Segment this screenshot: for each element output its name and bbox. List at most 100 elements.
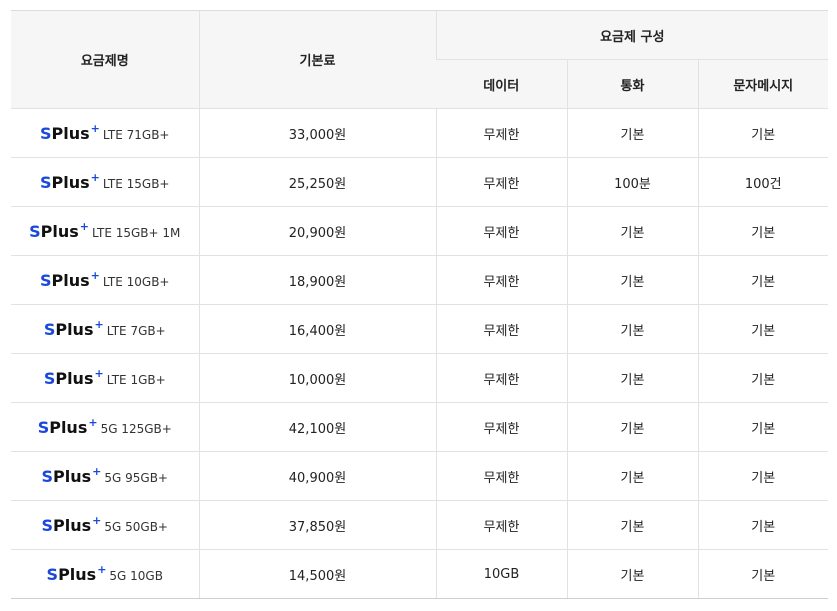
brand-s: S xyxy=(37,417,50,437)
sms-cell: 기본 xyxy=(697,108,828,158)
brand-plus-mark: + xyxy=(79,219,89,233)
data-cell: 무제한 xyxy=(435,402,567,452)
sms-cell: 기본 xyxy=(697,549,828,599)
data-cell: 무제한 xyxy=(435,108,567,158)
plan-name-cell: SPlus+ 5G 50GB+ xyxy=(11,500,199,550)
voice-cell: 기본 xyxy=(566,206,698,256)
brand-s: S xyxy=(40,123,52,143)
data-cell: 무제한 xyxy=(435,500,567,550)
header-row-top: 요금제명 기본료 요금제 구성 xyxy=(11,10,828,109)
plan-name: SPlus+ 5G 125GB+ xyxy=(38,416,172,437)
table-row: SPlus+ LTE 71GB+ 33,000원 무제한 기본 기본 xyxy=(11,108,828,158)
brand-plus: Plus xyxy=(51,172,90,192)
plan-name-cell: SPlus+ LTE 10GB+ xyxy=(11,255,199,305)
brand-plus-mark: + xyxy=(92,513,102,527)
brand-s: S xyxy=(40,270,52,290)
plan-spec: 5G 95GB+ xyxy=(104,470,168,485)
base-fee-cell: 37,850원 xyxy=(198,500,436,550)
brand-s: S xyxy=(43,319,56,339)
brand-plus-mark: + xyxy=(92,464,102,478)
plan-name-cell: SPlus+ LTE 1GB+ xyxy=(11,353,199,403)
plan-name-cell: SPlus+ 5G 10GB xyxy=(11,549,199,599)
voice-cell: 기본 xyxy=(566,255,698,305)
brand-plus: Plus xyxy=(40,221,79,241)
brand-plus-mark: + xyxy=(88,415,98,429)
sms-cell: 기본 xyxy=(697,451,828,501)
plan-name: SPlus+ 5G 50GB+ xyxy=(42,514,168,535)
base-fee-cell: 10,000원 xyxy=(198,353,436,403)
table-row: SPlus+ LTE 7GB+ 16,400원 무제한 기본 기본 xyxy=(11,304,828,354)
header-data: 데이터 xyxy=(436,59,567,109)
voice-cell: 100분 xyxy=(566,157,698,207)
sms-cell: 기본 xyxy=(697,500,828,550)
sms-cell: 기본 xyxy=(697,304,828,354)
voice-cell: 기본 xyxy=(566,304,698,354)
voice-cell: 기본 xyxy=(566,549,698,599)
plan-table: 요금제명 기본료 요금제 구성 데이터 통화 문자메시지 SPlus+ LTE 7… xyxy=(11,10,828,599)
base-fee-cell: 18,900원 xyxy=(198,255,436,305)
plan-name: SPlus+ 5G 10GB xyxy=(47,563,163,584)
plan-spec: 5G 50GB+ xyxy=(104,519,168,534)
plan-name: SPlus+ LTE 15GB+ 1M xyxy=(29,220,180,241)
plan-name: SPlus+ LTE 1GB+ xyxy=(44,367,166,388)
base-fee-cell: 14,500원 xyxy=(198,549,436,599)
table-row: SPlus+ 5G 95GB+ 40,900원 무제한 기본 기본 xyxy=(11,451,828,501)
plan-name-cell: SPlus+ 5G 95GB+ xyxy=(11,451,199,501)
brand-s: S xyxy=(41,515,54,535)
table-row: SPlus+ LTE 10GB+ 18,900원 무제한 기본 기본 xyxy=(11,255,828,305)
data-cell: 무제한 xyxy=(435,255,567,305)
brand-plus-mark: + xyxy=(97,562,107,576)
header-base-fee: 기본료 xyxy=(198,10,436,109)
plan-spec: 5G 125GB+ xyxy=(100,421,172,436)
table-body: SPlus+ LTE 71GB+ 33,000원 무제한 기본 기본 SPlus+ LTE 1… xyxy=(11,108,828,599)
table-header: 요금제명 기본료 요금제 구성 데이터 통화 문자메시지 xyxy=(11,10,828,109)
base-fee-cell: 40,900원 xyxy=(198,451,436,501)
brand-plus: Plus xyxy=(53,515,92,535)
plan-spec: 5G 10GB xyxy=(109,568,163,583)
base-fee-cell: 33,000원 xyxy=(198,108,436,158)
table-row: SPlus+ LTE 15GB+ 1M 20,900원 무제한 기본 기본 xyxy=(11,206,828,256)
plan-name-cell: SPlus+ 5G 125GB+ xyxy=(11,402,199,452)
base-fee-cell: 25,250원 xyxy=(198,157,436,207)
brand-plus: Plus xyxy=(51,123,90,143)
plan-name: SPlus+ LTE 15GB+ xyxy=(40,171,170,192)
brand-s: S xyxy=(41,466,54,486)
table-row: SPlus+ LTE 15GB+ 25,250원 무제한 100분 100건 xyxy=(11,157,828,207)
base-fee-cell: 16,400원 xyxy=(198,304,436,354)
plan-name-cell: SPlus+ LTE 7GB+ xyxy=(11,304,199,354)
brand-plus-mark: + xyxy=(94,317,104,331)
brand-plus: Plus xyxy=(53,466,92,486)
data-cell: 무제한 xyxy=(435,353,567,403)
plan-spec: LTE 7GB+ xyxy=(106,323,166,338)
voice-cell: 기본 xyxy=(566,353,698,403)
plan-name: SPlus+ LTE 71GB+ xyxy=(40,122,170,143)
data-cell: 무제한 xyxy=(435,451,567,501)
brand-plus: Plus xyxy=(49,417,88,437)
plan-spec: LTE 10GB+ xyxy=(102,274,170,289)
plan-name: SPlus+ 5G 95GB+ xyxy=(42,465,168,486)
table-row: SPlus+ 5G 10GB 14,500원 10GB 기본 기본 xyxy=(11,549,828,599)
base-fee-cell: 20,900원 xyxy=(198,206,436,256)
brand-s: S xyxy=(29,221,41,241)
brand-plus: Plus xyxy=(58,564,97,584)
brand-plus: Plus xyxy=(51,270,90,290)
brand-s: S xyxy=(43,368,56,388)
table-row: SPlus+ 5G 50GB+ 37,850원 무제한 기본 기본 xyxy=(11,500,828,550)
brand-s: S xyxy=(46,564,59,584)
data-cell: 10GB xyxy=(435,549,567,599)
brand-plus-mark: + xyxy=(94,366,104,380)
plan-spec: LTE 15GB+ xyxy=(102,176,170,191)
brand-plus-mark: + xyxy=(90,170,100,184)
table-row: SPlus+ LTE 1GB+ 10,000원 무제한 기본 기본 xyxy=(11,353,828,403)
plan-name-cell: SPlus+ LTE 15GB+ 1M xyxy=(11,206,199,256)
voice-cell: 기본 xyxy=(566,451,698,501)
plan-name: SPlus+ LTE 7GB+ xyxy=(44,318,166,339)
plan-spec: LTE 71GB+ xyxy=(102,127,170,142)
sms-cell: 기본 xyxy=(697,206,828,256)
brand-s: S xyxy=(40,172,52,192)
header-composition: 요금제 구성 xyxy=(435,10,828,60)
header-voice: 통화 xyxy=(566,59,698,109)
sms-cell: 기본 xyxy=(697,255,828,305)
plan-name: SPlus+ LTE 10GB+ xyxy=(40,269,170,290)
voice-cell: 기본 xyxy=(566,108,698,158)
